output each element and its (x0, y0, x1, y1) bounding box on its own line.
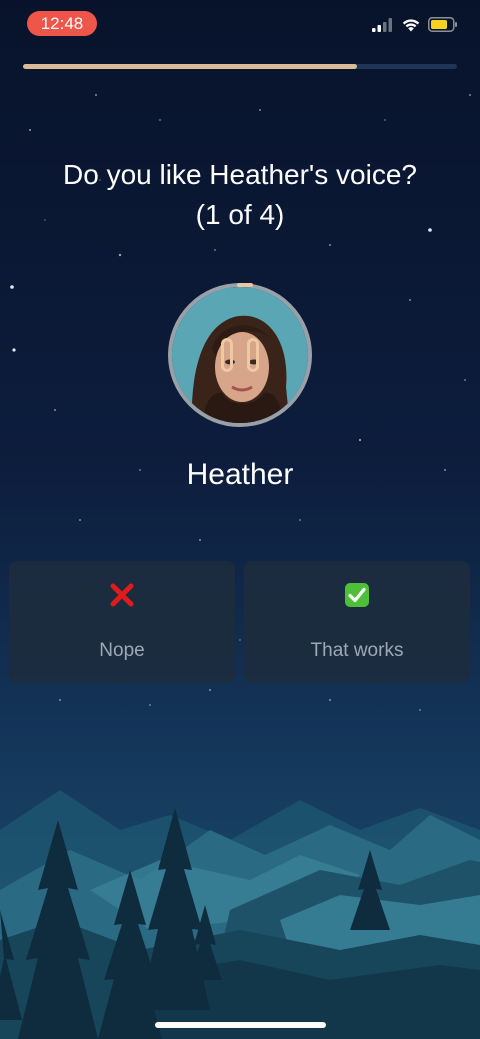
pause-bar-right (247, 338, 259, 372)
voice-name: Heather (186, 458, 294, 491)
status-time: 12:48 (27, 11, 97, 36)
cellular-signal-icon (372, 17, 392, 32)
battery-icon (428, 17, 457, 32)
question-counter: (1 of 4) (195, 199, 285, 230)
home-indicator[interactable] (155, 1022, 326, 1028)
progress-fill (23, 64, 358, 69)
that-works-label: That works (310, 640, 404, 661)
wifi-icon (402, 18, 420, 31)
progress-track (23, 64, 457, 69)
nope-label: Nope (99, 640, 145, 661)
question-text: Do you like Heather's voice? (63, 159, 417, 190)
status-icons (372, 17, 458, 32)
that-works-button[interactable]: That works (244, 561, 470, 683)
question-heading: Do you like Heather's voice? (1 of 4) (0, 155, 480, 235)
green-check-icon (345, 583, 369, 607)
playback-progress-marker (237, 283, 253, 287)
pause-bar-left (221, 338, 233, 372)
red-cross-icon (110, 583, 134, 607)
pause-icon[interactable] (221, 338, 259, 372)
voice-selection-screen: 12:48 Do you like Heather's voice? (1 of… (0, 0, 480, 1039)
status-bar: 12:48 (0, 0, 480, 48)
mountain-forest-illustration (0, 680, 480, 1039)
nope-button[interactable]: Nope (9, 561, 235, 683)
